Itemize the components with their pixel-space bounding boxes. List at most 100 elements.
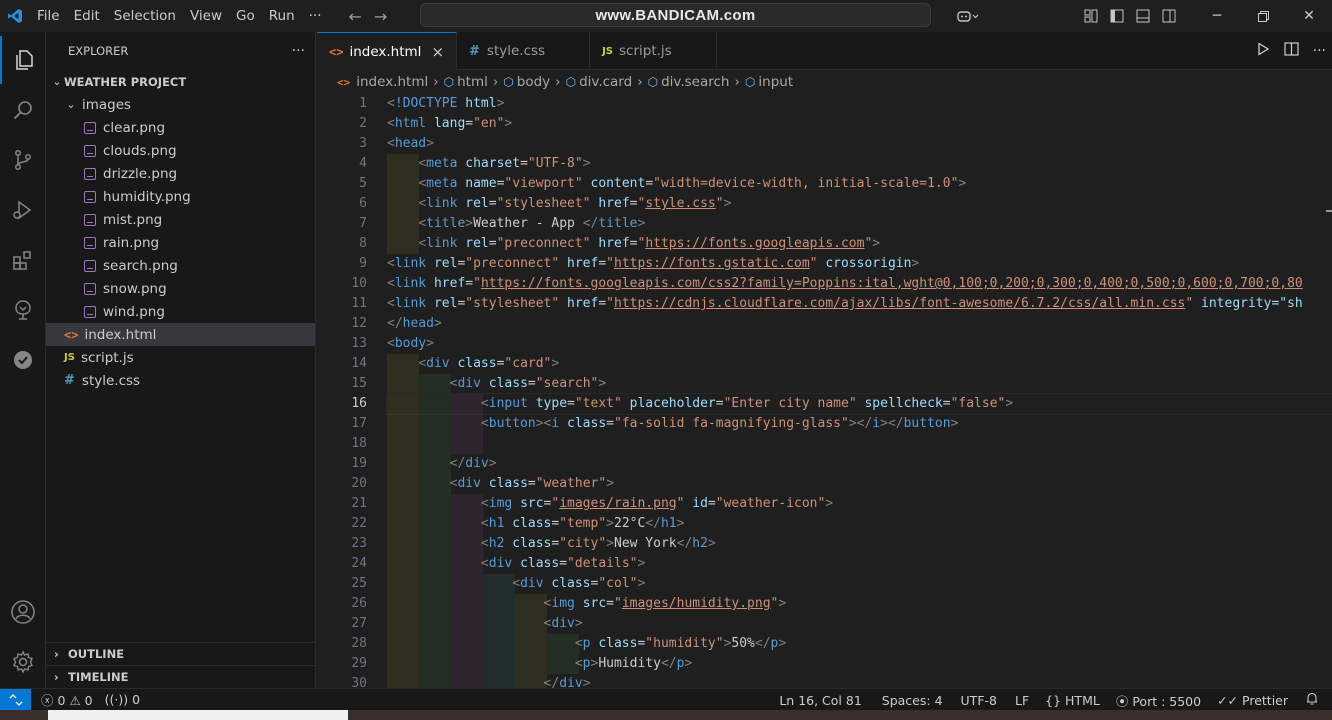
outline-section[interactable]: › OUTLINE (46, 642, 316, 665)
file-index-html[interactable]: <> index.html (46, 323, 315, 346)
menu-more[interactable]: ··· (302, 8, 329, 24)
breadcrumb-item[interactable]: index.html (356, 74, 428, 90)
layout-customize-icon[interactable] (1078, 0, 1104, 32)
more-actions-icon[interactable]: ··· (1313, 43, 1326, 59)
tab-index-html[interactable]: <> index.html × (317, 32, 458, 70)
menu-view[interactable]: View (183, 8, 229, 24)
file-image-png[interactable]: clouds.png (46, 139, 315, 162)
toggle-secondary-sidebar-icon[interactable] (1156, 0, 1182, 32)
restore-icon[interactable] (1240, 0, 1286, 32)
folder-images[interactable]: ⌄ images (46, 93, 315, 116)
encoding[interactable]: UTF-8 (955, 693, 1009, 708)
signal-icon: ⦿ (1115, 693, 1129, 709)
line-number: 22 (351, 516, 367, 531)
code-line-current: <input type="text" placeholder="Enter ci… (386, 393, 1332, 415)
code-line: <h1 class="temp">22°C</h1> (387, 514, 1332, 534)
source-control-icon[interactable] (0, 136, 46, 184)
forward-arrow-icon[interactable]: → (374, 7, 387, 26)
menu-edit[interactable]: Edit (67, 8, 107, 24)
sidebar-title: EXPLORER (68, 44, 129, 58)
search-icon[interactable] (0, 86, 46, 134)
line-number: 16 (351, 396, 367, 411)
code-line: <p class="humidity">50%</p> (387, 634, 1332, 654)
line-number: 10 (351, 276, 367, 291)
run-file-icon[interactable] (1256, 42, 1270, 60)
line-number-gutter: 1 2 3 4 5 6 7 8 9 10 11 12 13 14 15 16 17 18 19 20 21 22 23 24 2… (317, 94, 367, 688)
file-script-js[interactable]: JS script.js (46, 346, 315, 369)
minimize-icon[interactable]: ─ (1194, 0, 1240, 32)
copilot-icon[interactable] (948, 0, 988, 32)
folder-images-label: images (82, 96, 132, 113)
accounts-icon[interactable] (0, 588, 46, 636)
timeline-label: TIMELINE (68, 670, 129, 684)
breadcrumb-item[interactable]: html (457, 74, 488, 90)
code-line (387, 434, 1332, 454)
file-label: clear.png (103, 119, 166, 136)
menu-selection[interactable]: Selection (107, 8, 183, 24)
close-window-icon[interactable]: ✕ (1286, 0, 1332, 32)
end-of-line[interactable]: LF (1009, 693, 1039, 708)
explorer-icon[interactable] (0, 36, 46, 84)
file-image-png[interactable]: clear.png (46, 116, 315, 139)
code-editor[interactable]: 1 2 3 4 5 6 7 8 9 10 11 12 13 14 15 16 17 18 19 20 21 22 23 24 2… (317, 94, 1332, 688)
breadcrumb-item[interactable]: input (758, 74, 793, 90)
ports-indicator[interactable]: ((·)) 0 (99, 692, 146, 707)
explorer-more-actions-icon[interactable]: ··· (292, 43, 305, 59)
file-image-png[interactable]: snow.png (46, 277, 315, 300)
file-image-png[interactable]: rain.png (46, 231, 315, 254)
menu-file[interactable]: File (30, 8, 67, 24)
code-line: </div> (387, 674, 1332, 688)
notifications-bell-icon[interactable] (1300, 692, 1324, 708)
line-number: 26 (351, 596, 367, 611)
breadcrumb-item[interactable]: div.card (579, 74, 632, 90)
code-line: <link rel="preconnect" href="https://fon… (387, 234, 1332, 254)
file-image-png[interactable]: search.png (46, 254, 315, 277)
command-center[interactable]: www.BANDICAM.com (420, 3, 931, 27)
testing-icon[interactable] (0, 336, 46, 384)
remote-explorer-icon[interactable] (0, 286, 46, 334)
file-image-png[interactable]: drizzle.png (46, 162, 315, 185)
tab-script-js[interactable]: JS script.js (590, 32, 717, 70)
breadcrumb-item[interactable]: body (517, 74, 550, 90)
file-label: mist.png (103, 211, 163, 228)
menu-run[interactable]: Run (262, 8, 302, 24)
problems-indicator[interactable]: ⓧ 0 ⚠ 0 (35, 690, 99, 709)
remote-indicator-icon[interactable] (0, 688, 31, 711)
back-arrow-icon[interactable]: ← (349, 7, 362, 26)
code-line: <div class="card"> (387, 354, 1332, 374)
manage-gear-icon[interactable] (0, 638, 46, 686)
line-number: 2 (359, 116, 367, 131)
close-tab-icon[interactable]: × (431, 43, 444, 61)
line-number: 9 (359, 256, 367, 271)
indentation[interactable]: Spaces: 4 (876, 693, 955, 708)
language-mode[interactable]: {} HTML (1039, 693, 1110, 708)
live-server-port[interactable]: ⦿ Port : 5500 (1110, 691, 1211, 710)
menu-go[interactable]: Go (229, 8, 262, 24)
file-image-png[interactable]: wind.png (46, 300, 315, 323)
code-line: <body> (387, 336, 434, 351)
image-file-icon (84, 144, 96, 157)
file-image-png[interactable]: mist.png (46, 208, 315, 231)
element-cube-icon: ⬡ (565, 75, 577, 89)
file-image-png[interactable]: humidity.png (46, 185, 315, 208)
project-folder[interactable]: ⌄ WEATHER PROJECT (46, 70, 315, 93)
html-file-icon: <> (329, 44, 344, 59)
timeline-section[interactable]: › TIMELINE (46, 665, 316, 688)
cursor-position[interactable]: Ln 16, Col 81 (773, 693, 875, 708)
toggle-panel-icon[interactable] (1130, 0, 1156, 32)
run-debug-icon[interactable] (0, 186, 46, 234)
toggle-primary-sidebar-icon[interactable] (1104, 0, 1130, 32)
image-file-icon (84, 282, 96, 295)
split-editor-icon[interactable] (1284, 42, 1299, 60)
prettier-status[interactable]: ✓✓ Prettier (1211, 693, 1300, 708)
file-label: search.png (103, 257, 178, 274)
chevron-right-icon: › (734, 74, 740, 90)
tab-label: index.html (349, 43, 422, 60)
tab-style-css[interactable]: # style.css (457, 32, 591, 70)
file-style-css[interactable]: # style.css (46, 369, 315, 392)
breadcrumb-item[interactable]: div.search (661, 74, 729, 90)
extensions-icon[interactable] (0, 236, 46, 284)
tab-label: style.css (486, 43, 546, 59)
line-number: 20 (351, 476, 367, 491)
code-area[interactable]: <!DOCTYPE html> <html lang="en"> <head> … (386, 94, 1332, 688)
